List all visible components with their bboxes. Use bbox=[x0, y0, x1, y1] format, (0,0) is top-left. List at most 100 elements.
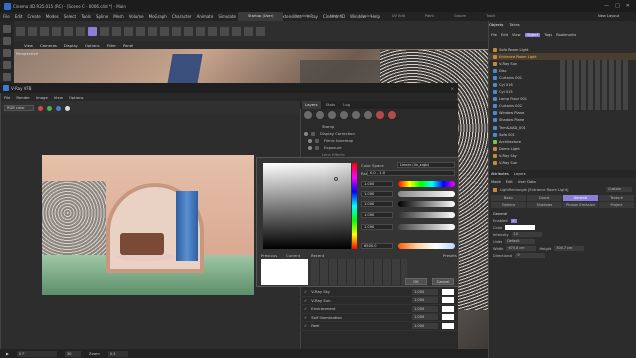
channel-2-slider[interactable] bbox=[398, 191, 455, 197]
menu-spline[interactable]: Spline bbox=[96, 14, 108, 19]
menu-character[interactable]: Character bbox=[172, 14, 192, 19]
light-mix-row[interactable]: ✓ Reel 1.000 bbox=[300, 322, 458, 331]
light-mix-row[interactable]: ✓ V-Ray Sun 1.000 bbox=[300, 297, 458, 305]
color-space-select[interactable]: Linear (lin_srgb) bbox=[397, 162, 455, 168]
vfb-menu-view[interactable]: View bbox=[54, 95, 63, 100]
axis-z-icon[interactable] bbox=[124, 26, 133, 36]
render-picture-icon[interactable] bbox=[148, 26, 157, 36]
layout-tab-standard[interactable]: Standard bbox=[283, 12, 319, 21]
layout-tab-startup[interactable]: Startup (User) bbox=[238, 12, 284, 21]
viewport-menu-options[interactable]: Options bbox=[85, 43, 100, 48]
layer-row[interactable]: Display Correction bbox=[304, 130, 454, 137]
undo-icon[interactable] bbox=[352, 111, 360, 119]
frame-field[interactable]: 0 F bbox=[16, 350, 57, 357]
light-mix-value[interactable]: 1.000 bbox=[412, 322, 438, 329]
light-icon[interactable] bbox=[256, 26, 265, 36]
rotate-icon[interactable] bbox=[3, 61, 11, 69]
width-field[interactable]: 670.8 cm bbox=[506, 246, 537, 251]
viewport-menu-panel[interactable]: Panel bbox=[123, 43, 133, 48]
objects-menu-file[interactable]: File bbox=[491, 33, 497, 37]
menu-modes[interactable]: Modes bbox=[46, 14, 59, 19]
menu-edit[interactable]: Edit bbox=[15, 14, 23, 19]
vfb-close-icon[interactable]: × bbox=[451, 86, 454, 91]
light-mix-color-swatch[interactable] bbox=[442, 305, 454, 312]
add-layer-icon[interactable] bbox=[304, 111, 312, 119]
stop-render-icon[interactable] bbox=[388, 111, 396, 119]
cancel-button[interactable]: Cancel bbox=[432, 278, 454, 285]
render-image[interactable] bbox=[42, 155, 254, 295]
axis-x-icon[interactable] bbox=[100, 26, 109, 36]
light-mix-row[interactable]: ✓ Environment 1.000 bbox=[300, 305, 458, 314]
recent-colors-grid[interactable] bbox=[311, 259, 407, 285]
vfb-menu-file[interactable]: File bbox=[4, 95, 10, 100]
layout-tab-paint[interactable]: Paint bbox=[415, 12, 444, 21]
list-item[interactable]: Architecture bbox=[489, 138, 636, 145]
scale-icon[interactable] bbox=[3, 49, 11, 57]
list-item[interactable]: Sofa Room Light bbox=[489, 46, 636, 53]
layout-tab-uvedit[interactable]: UV Edit bbox=[382, 12, 415, 21]
list-item[interactable]: V-Ray Sky bbox=[489, 152, 636, 159]
attributes-menu-mode[interactable]: Mode bbox=[491, 180, 501, 184]
intensity-field[interactable]: 10 bbox=[511, 232, 542, 237]
layer-row[interactable]: Exposure bbox=[304, 144, 454, 151]
render-button-icon[interactable] bbox=[376, 111, 384, 119]
light-mix-color-swatch[interactable] bbox=[442, 314, 454, 321]
objects-menu-bookmarks[interactable]: Bookmarks bbox=[556, 33, 576, 37]
tab-layers[interactable]: Layers bbox=[302, 101, 321, 109]
vfb-menu-render[interactable]: Render bbox=[16, 95, 30, 100]
layout-tab-sculpt[interactable]: Sculpt bbox=[351, 12, 382, 21]
redo-button-icon[interactable] bbox=[28, 26, 37, 36]
eye-icon[interactable] bbox=[308, 138, 312, 143]
channel-5-field[interactable]: 1.000 bbox=[361, 224, 393, 230]
viewport-menu-display[interactable]: Display bbox=[64, 43, 78, 48]
save-layers-icon[interactable] bbox=[316, 111, 324, 119]
rotate-tool-icon[interactable] bbox=[76, 26, 85, 36]
list-item[interactable]: Window Plane bbox=[489, 110, 636, 117]
list-item[interactable]: Shadow Plane bbox=[489, 117, 636, 124]
cloner-icon[interactable] bbox=[208, 26, 217, 36]
tab-texture[interactable]: Texture bbox=[599, 195, 634, 201]
minimize-icon[interactable]: — bbox=[604, 3, 609, 9]
list-item[interactable]: Trim&AAD_001 bbox=[489, 124, 636, 131]
checkbox-icon[interactable]: ✓ bbox=[304, 289, 307, 294]
tab-project[interactable]: Project bbox=[599, 202, 634, 208]
undo-icon[interactable] bbox=[3, 25, 11, 33]
layout-tab-model[interactable]: Model bbox=[320, 12, 351, 21]
channel-4-slider[interactable] bbox=[398, 212, 455, 218]
color-swatch[interactable] bbox=[505, 225, 536, 230]
pen-icon[interactable] bbox=[184, 26, 193, 36]
alpha-channel-icon[interactable] bbox=[65, 105, 70, 111]
tab-log[interactable]: Log bbox=[340, 101, 353, 109]
play-icon[interactable]: ▶ bbox=[6, 351, 9, 356]
move-icon[interactable] bbox=[3, 37, 11, 45]
viewport-menu-view[interactable]: View bbox=[24, 43, 33, 48]
render-view-icon[interactable] bbox=[136, 26, 145, 36]
menu-simulate[interactable]: Simulate bbox=[218, 14, 236, 19]
light-mix-value[interactable]: 1.000 bbox=[412, 314, 438, 321]
channel-2-field[interactable]: 1.000 bbox=[361, 191, 393, 197]
attr-row-units[interactable]: Units Default bbox=[489, 238, 636, 245]
menu-select[interactable]: Select bbox=[64, 14, 76, 19]
layout-tab-track[interactable]: Track bbox=[476, 12, 505, 21]
tab-objects[interactable]: Objects bbox=[489, 22, 503, 27]
vfb-channel-select[interactable]: RGB color bbox=[4, 105, 34, 111]
subdivision-icon[interactable] bbox=[196, 26, 205, 36]
attributes-menu-userdata[interactable]: User Data bbox=[518, 180, 536, 184]
zoom-field[interactable]: 0.5 bbox=[107, 350, 128, 357]
maximize-icon[interactable]: □ bbox=[615, 3, 620, 9]
blue-channel-icon[interactable] bbox=[56, 105, 61, 111]
channel-3-field[interactable]: 1.000 bbox=[361, 201, 393, 207]
render-settings-icon[interactable] bbox=[160, 26, 169, 36]
tab-options[interactable]: Options bbox=[491, 202, 526, 208]
light-mix-value[interactable]: 1.000 bbox=[412, 288, 438, 295]
close-icon[interactable]: ✕ bbox=[626, 3, 630, 9]
scale-tool-icon[interactable] bbox=[64, 26, 73, 36]
light-mix-color-swatch[interactable] bbox=[442, 297, 454, 304]
light-mix-value[interactable]: 1.000 bbox=[412, 305, 438, 312]
units-select[interactable]: Default bbox=[505, 239, 536, 244]
tab-photon-emission[interactable]: Photon Emission bbox=[563, 202, 598, 208]
channel-3-slider[interactable] bbox=[398, 201, 455, 207]
channel-1-slider[interactable] bbox=[398, 181, 455, 187]
points-mode-icon[interactable] bbox=[3, 73, 11, 81]
vfb-menu-image[interactable]: Image bbox=[36, 95, 48, 100]
